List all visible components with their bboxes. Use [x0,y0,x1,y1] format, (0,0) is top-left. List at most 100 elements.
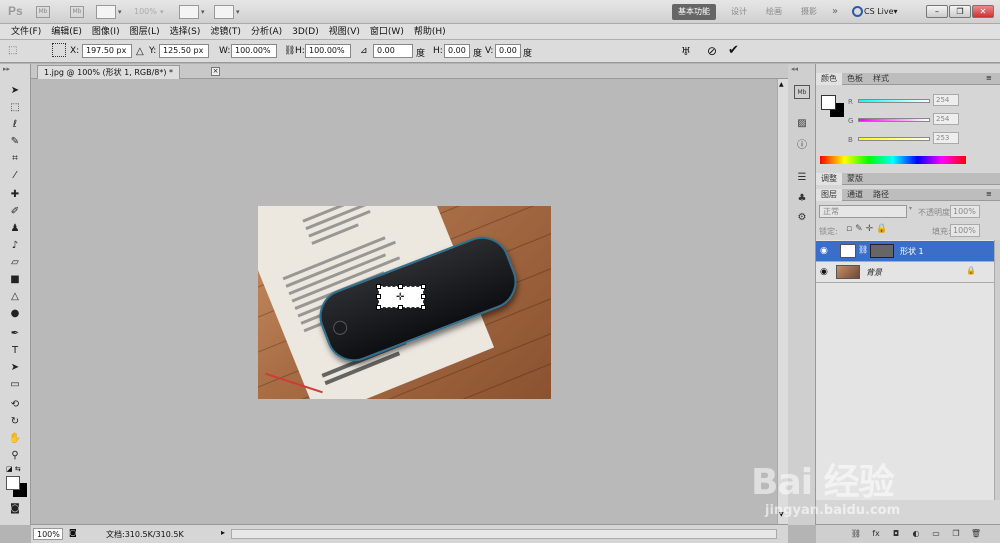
height-input[interactable]: 100.00% [305,44,351,58]
path-select-tool-icon[interactable]: ➤ [5,361,25,375]
clone-stamp-tool-icon[interactable]: ♟ [5,222,25,236]
chevron-down-icon[interactable]: ▾ [118,8,122,16]
dodge-tool-icon[interactable]: ● [5,307,25,321]
history-brush-tool-icon[interactable]: ♪ [5,239,25,253]
menu-analysis[interactable]: 分析(A) [246,24,287,39]
zoom-field[interactable]: 100% [33,528,63,540]
minibridge-panel-icon[interactable]: Mb [794,85,810,99]
tab-paths[interactable]: 路径 [868,189,894,201]
healing-brush-tool-icon[interactable]: ✚ [5,188,25,202]
blend-mode-select[interactable]: 正常 [819,205,907,218]
eye-icon[interactable]: ◉ [820,246,828,256]
crop-tool-icon[interactable]: ⌗ [5,152,25,166]
3d-rotate-tool-icon[interactable]: ⟲ [5,398,25,412]
transform-handle[interactable] [376,305,381,310]
transform-handle[interactable] [421,284,426,289]
minibridge-icon[interactable]: Mb [70,6,84,18]
lock-icons[interactable]: ▫✎✛🔒 [846,224,890,234]
fg-color-swatch[interactable] [821,95,836,110]
info-panel-icon[interactable]: ⓘ [794,139,810,153]
cs-live-button[interactable]: CS Live▾ [864,7,898,16]
transform-handle[interactable] [376,294,381,299]
relative-position-icon[interactable]: △ [136,46,144,57]
y-position-input[interactable]: 125.50 px [159,44,209,58]
marquee-tool-icon[interactable]: ⬚ [5,101,25,115]
transform-handle[interactable] [398,305,403,310]
panel-menu-icon[interactable]: ≡ [986,190,992,198]
add-mask-icon[interactable]: ◘ [890,528,902,540]
cancel-transform-icon[interactable]: ⊘ [707,44,717,58]
delete-layer-icon[interactable]: 🗑 [970,528,982,540]
collapse-icon[interactable]: ◂◂ [791,65,798,73]
new-group-icon[interactable]: ▭ [930,528,942,540]
tab-layers[interactable]: 图层 [816,189,842,201]
scroll-up-icon[interactable]: ▲ [779,81,784,88]
hand-tool-icon[interactable]: ✋ [5,432,25,446]
tab-adjustments[interactable]: 调整 [816,173,842,185]
layers-scrollbar[interactable] [994,240,1000,500]
minimize-button[interactable]: – [926,5,948,18]
status-menu-icon[interactable]: ▸ [221,528,225,537]
menu-file[interactable]: 文件(F) [6,24,46,39]
g-value-input[interactable]: 254 [933,113,959,125]
adjust-panel-icon[interactable]: ☰ [794,171,810,185]
chevron-down-icon[interactable]: ▾ [909,205,912,212]
eraser-tool-icon[interactable]: ▱ [5,256,25,270]
menu-view[interactable]: 视图(V) [324,24,365,39]
zoom-level[interactable]: 100% [134,7,157,16]
transform-center-icon[interactable]: ✛ [396,292,404,303]
menu-layer[interactable]: 图层(L) [125,24,165,39]
close-document-icon[interactable]: × [211,67,220,76]
tool-preset-icon[interactable]: ⬚ [8,45,17,56]
link-icon[interactable]: ⛓ [284,46,295,56]
tab-masks[interactable]: 蒙版 [842,173,868,185]
menu-image[interactable]: 图像(I) [87,24,125,39]
transform-handle[interactable] [421,305,426,310]
b-value-input[interactable]: 253 [933,132,959,144]
pen-tool-icon[interactable]: ✒ [5,327,25,341]
chevron-down-icon[interactable]: ▾ [201,8,205,16]
g-slider[interactable] [858,118,930,122]
layer-row-shape1[interactable]: ◉ ⛓ 形状 1 [816,241,994,262]
lasso-tool-icon[interactable]: ℓ [5,118,25,132]
quick-mask-icon[interactable]: ◙ [5,502,25,516]
bridge-icon[interactable]: Mb [36,6,50,18]
b-slider[interactable] [858,137,930,141]
document-tab[interactable]: 1.jpg @ 100% (形状 1, RGB/8*) * [37,65,181,79]
histogram-panel-icon[interactable]: ▨ [794,117,810,131]
eyedropper-tool-icon[interactable]: ⁄ [5,169,25,183]
layer-name[interactable]: 背景 [866,267,882,278]
default-colors-icon[interactable]: ◪ ⇆ [6,465,21,473]
tool-presets-icon[interactable]: ⚙ [794,211,810,225]
opacity-input[interactable]: 100% [950,205,980,218]
3d-orbit-tool-icon[interactable]: ↻ [5,415,25,429]
cs-live-icon[interactable] [852,6,863,17]
workspace-painting[interactable]: 绘画 [760,4,788,20]
move-tool-icon[interactable]: ➤ [5,84,25,98]
quick-select-tool-icon[interactable]: ✎ [5,135,25,149]
menu-filter[interactable]: 滤镜(T) [205,24,246,39]
more-workspaces-icon[interactable]: » [832,6,838,17]
tab-styles[interactable]: 样式 [868,73,894,85]
rotation-input[interactable]: 0.00 [373,44,413,58]
r-value-input[interactable]: 254 [933,94,959,106]
restore-button[interactable]: ❐ [949,5,971,18]
transform-handle[interactable] [421,294,426,299]
view-extras-icon[interactable] [96,5,116,19]
arrange-documents-icon[interactable] [179,5,199,19]
menu-edit[interactable]: 编辑(E) [46,24,87,39]
warp-mode-icon[interactable]: ♅ [681,45,691,58]
menu-window[interactable]: 窗口(W) [365,24,409,39]
collapse-icon[interactable]: ▸▸ [3,65,10,73]
workspace-essentials[interactable]: 基本功能 [672,4,716,20]
workspace-photography[interactable]: 摄影 [795,4,823,20]
menu-select[interactable]: 选择(S) [165,24,206,39]
tab-swatches[interactable]: 色板 [842,73,868,85]
vertical-skew-input[interactable]: 0.00 [495,44,521,58]
chevron-down-icon[interactable]: ▾ [160,8,164,16]
status-info-icon[interactable]: ◙ [69,528,77,537]
horizontal-scrollbar[interactable] [231,529,777,539]
new-layer-icon[interactable]: ❐ [950,528,962,540]
screen-mode-icon[interactable] [214,5,234,19]
transform-handle[interactable] [398,284,403,289]
